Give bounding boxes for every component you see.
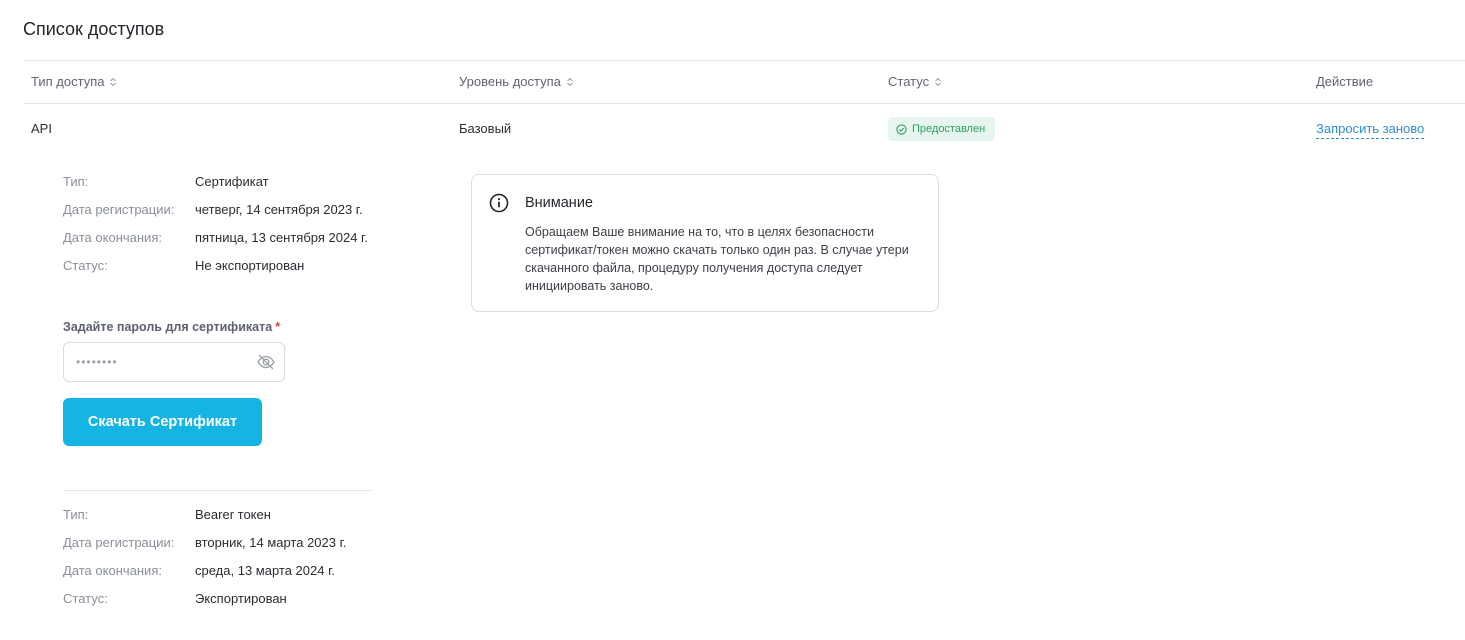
certificate-details: Тип: Сертификат Дата регистрации: четвер… bbox=[63, 173, 373, 285]
eye-off-icon[interactable] bbox=[256, 352, 276, 377]
status-badge: Предоставлен bbox=[888, 117, 996, 141]
detail-term: Дата окончания: bbox=[63, 230, 162, 245]
page-title: Список доступов bbox=[23, 19, 165, 39]
detail-value: Сертификат bbox=[195, 174, 269, 189]
column-header-access-type[interactable]: Тип доступа bbox=[31, 74, 117, 89]
detail-row-expiry-date: Дата окончания: пятница, 13 сентября 202… bbox=[63, 229, 373, 247]
sort-icon[interactable] bbox=[934, 77, 942, 87]
detail-term: Дата регистрации: bbox=[63, 202, 175, 217]
detail-row-status: Статус: Не экспортирован bbox=[63, 257, 373, 275]
download-certificate-button[interactable]: Скачать Сертификат bbox=[63, 398, 262, 446]
column-header-access-level[interactable]: Уровень доступа bbox=[459, 74, 574, 89]
column-header-status[interactable]: Статус bbox=[888, 74, 942, 89]
detail-term: Дата окончания: bbox=[63, 563, 162, 578]
sort-icon[interactable] bbox=[109, 77, 117, 87]
detail-value: четверг, 14 сентября 2023 г. bbox=[195, 202, 363, 217]
detail-row-status: Статус: Экспортирован bbox=[63, 590, 373, 608]
detail-term: Тип: bbox=[63, 174, 89, 189]
password-label: Задайте пароль для сертификата * bbox=[63, 320, 280, 334]
detail-term: Тип: bbox=[63, 507, 89, 522]
detail-value: Bearer токен bbox=[195, 507, 271, 522]
detail-value: вторник, 14 марта 2023 г. bbox=[195, 535, 347, 550]
column-label: Тип доступа bbox=[31, 74, 105, 89]
password-input[interactable] bbox=[76, 353, 246, 371]
table-header: Тип доступа Уровень доступа Статус Дейст… bbox=[23, 60, 1465, 104]
detail-row-type: Тип: Bearer токен bbox=[63, 506, 373, 524]
detail-row-registration-date: Дата регистрации: вторник, 14 марта 2023… bbox=[63, 534, 373, 552]
info-icon bbox=[489, 193, 509, 218]
required-mark: * bbox=[275, 320, 281, 334]
sort-icon[interactable] bbox=[566, 77, 574, 87]
alert-text: Обращаем Ваше внимание на то, что в целя… bbox=[525, 225, 909, 293]
password-field[interactable] bbox=[63, 342, 285, 382]
detail-row-type: Тип: Сертификат bbox=[63, 173, 373, 191]
detail-term: Дата регистрации: bbox=[63, 535, 175, 550]
cell-access-level: Базовый bbox=[459, 121, 512, 136]
detail-value: Экспортирован bbox=[195, 591, 287, 606]
detail-value: пятница, 13 сентября 2024 г. bbox=[195, 230, 368, 245]
divider bbox=[63, 490, 371, 491]
column-label: Уровень доступа bbox=[459, 74, 561, 89]
alert-title: Внимание bbox=[525, 195, 593, 211]
token-details: Тип: Bearer токен Дата регистрации: втор… bbox=[63, 506, 373, 618]
detail-row-registration-date: Дата регистрации: четверг, 14 сентября 2… bbox=[63, 201, 373, 219]
column-header-action: Действие bbox=[1316, 74, 1373, 89]
column-label: Статус bbox=[888, 74, 930, 89]
attention-alert: Внимание Обращаем Ваше внимание на то, ч… bbox=[471, 174, 939, 312]
cell-access-type: API bbox=[31, 121, 52, 136]
request-again-link[interactable]: Запросить заново bbox=[1316, 121, 1425, 139]
detail-term: Статус: bbox=[63, 591, 108, 606]
detail-value: среда, 13 марта 2024 г. bbox=[195, 563, 335, 578]
detail-term: Статус: bbox=[63, 258, 108, 273]
column-label: Действие bbox=[1316, 74, 1374, 89]
password-label-text: Задайте пароль для сертификата bbox=[63, 320, 273, 334]
detail-value: Не экспортирован bbox=[195, 258, 305, 273]
detail-row-expiry-date: Дата окончания: среда, 13 марта 2024 г. bbox=[63, 562, 373, 580]
check-circle-icon bbox=[896, 123, 907, 135]
status-badge-label: Предоставлен bbox=[912, 123, 986, 135]
